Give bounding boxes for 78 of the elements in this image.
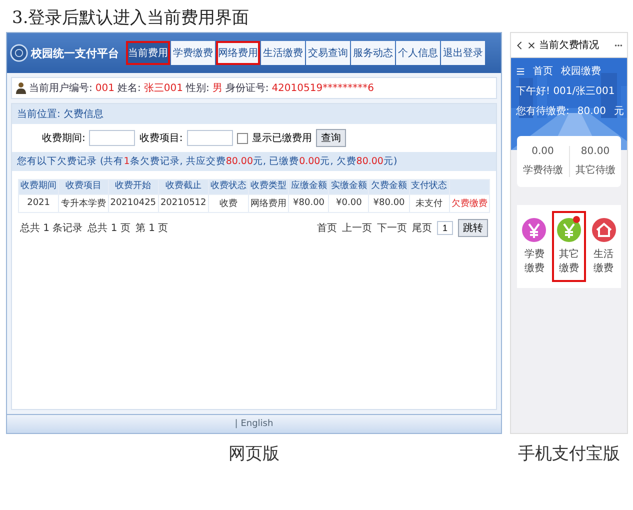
user-info-value: 男 <box>212 82 222 95</box>
column-header: 收费项目 <box>58 180 108 194</box>
column-header: 收费开始 <box>108 180 158 194</box>
nav-label[interactable]: 首页 <box>533 64 553 78</box>
column-header: 欠费金额 <box>368 180 410 194</box>
balance-label: 学费待缴 <box>522 164 563 177</box>
filter-label: 收费项目: <box>139 132 183 145</box>
table-cell: ¥80.00 <box>288 194 329 212</box>
page-info: 第 1 页 <box>135 222 168 235</box>
column-header: 支付状态 <box>409 180 450 194</box>
pager-link[interactable]: 下一页 <box>377 220 407 235</box>
nav-tab[interactable]: 退出登录 <box>441 41 485 65</box>
table-cell: 未支付 <box>409 194 450 212</box>
nav-tab[interactable]: 服务动态 <box>351 41 395 65</box>
due-label: 您有待缴费: <box>516 104 570 118</box>
caption: 手机支付宝版 <box>518 443 620 465</box>
user-info-label: 当前用户编号: <box>29 82 92 95</box>
site-title: 校园统一支付平台 <box>31 46 119 60</box>
pager-link[interactable]: 首页 <box>317 220 337 235</box>
page-info: 总共 1 页 <box>88 222 130 235</box>
table-cell: ¥80.00 <box>368 194 410 212</box>
page-input[interactable]: 1 <box>437 220 453 235</box>
school-emblem-icon <box>10 44 28 62</box>
table-cell: 20210425 <box>108 194 158 212</box>
pager-link[interactable]: 尾页 <box>412 220 432 235</box>
user-info-label: 性别: <box>186 82 210 95</box>
caption: 网页版 <box>228 443 280 465</box>
due-unit: 元 <box>614 105 624 118</box>
due-amount: 80.00 <box>577 106 606 116</box>
table-cell: 20210512 <box>158 194 208 212</box>
arrears-summary: 您有以下欠费记录 (共有1条欠费记录, 共应交费80.00元, 已缴费0.00元, 欠费80.00元) <box>12 152 496 171</box>
table-cell: 2021 <box>18 194 59 212</box>
page-heading: 3.登录后默认进入当前费用界面 <box>11 7 250 30</box>
user-info-value: 42010519*********6 <box>272 82 374 94</box>
column-header: 收费截止 <box>158 180 208 194</box>
user-icon <box>16 82 26 94</box>
column-header: 收费类型 <box>248 180 289 194</box>
service-button[interactable]: 学费缴费 <box>517 211 552 282</box>
nav-tab[interactable]: 交易查询 <box>306 41 350 65</box>
column-header: 应缴金额 <box>288 180 329 194</box>
user-info-value: 张三001 <box>144 82 183 95</box>
pager-link[interactable]: 上一页 <box>342 220 372 235</box>
query-button[interactable]: 查询 <box>316 129 346 147</box>
table-cell: 专升本学费 <box>58 194 108 212</box>
menu-icon[interactable] <box>516 66 525 76</box>
table-cell: 收费 <box>208 194 249 212</box>
nav-tab[interactable]: 网络费用 <box>216 41 260 65</box>
user-info-label: 姓名: <box>117 82 141 95</box>
balance-label: 其它待缴 <box>575 164 616 177</box>
nav-tab[interactable]: 学费缴费 <box>171 41 215 65</box>
footer-link[interactable]: | English <box>234 419 274 429</box>
checkbox-label: 显示已缴费用 <box>252 132 312 145</box>
app-name: 校园缴费 <box>561 64 601 78</box>
input-field[interactable] <box>186 130 233 146</box>
user-info-value: 001 <box>95 82 114 94</box>
page-info: 总共 1 条记录 <box>20 222 83 235</box>
checkbox[interactable] <box>236 132 248 144</box>
input-field[interactable] <box>89 130 136 146</box>
column-header: 实缴金额 <box>328 180 369 194</box>
close-icon[interactable] <box>527 40 536 50</box>
table-cell: 网络费用 <box>248 194 289 212</box>
column-header: 收费状态 <box>208 180 249 194</box>
filter-label: 收费期间: <box>42 132 86 145</box>
nav-tab[interactable]: 生活缴费 <box>261 41 305 65</box>
greeting-text: 下午好! 001/张三001 <box>516 84 616 98</box>
column-header: 收费期间 <box>18 180 59 194</box>
balance-amount: 0.00 <box>532 146 554 157</box>
back-icon[interactable] <box>515 40 524 50</box>
service-button[interactable]: 生活缴费 <box>586 211 622 282</box>
jump-button[interactable]: 跳转 <box>458 218 488 237</box>
location-text: 当前位置: 欠费信息 <box>12 104 496 124</box>
balance-amount: 80.00 <box>580 146 610 157</box>
nav-tab[interactable]: 当前费用 <box>126 41 170 65</box>
nav-tab[interactable]: 个人信息 <box>396 41 440 65</box>
phone-title: 当前欠费情况 <box>539 38 600 52</box>
table-cell: ¥0.00 <box>328 194 369 212</box>
user-info-label: 身份证号: <box>225 82 269 95</box>
service-button[interactable]: 其它缴费 <box>552 211 586 282</box>
